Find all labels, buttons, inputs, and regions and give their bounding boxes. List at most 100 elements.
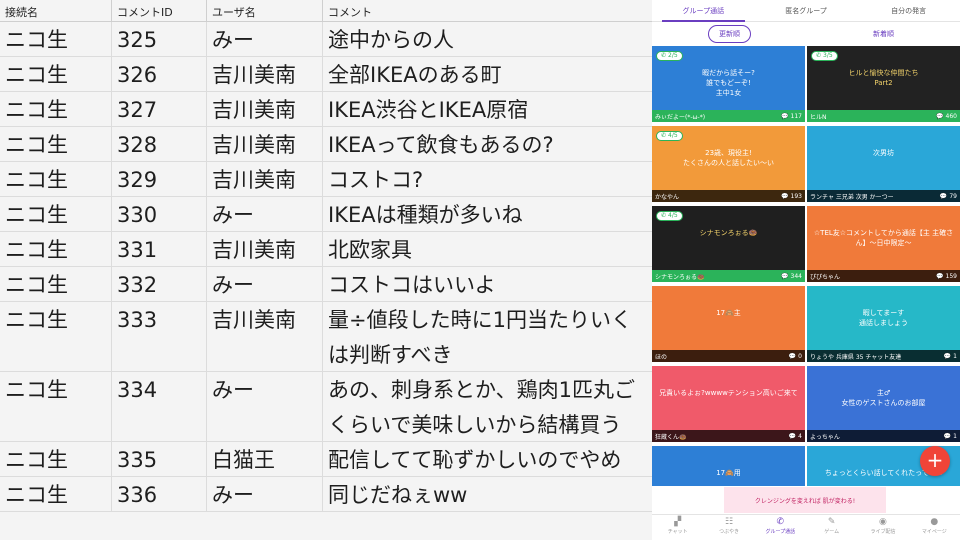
tab-anonymous-group[interactable]: 匿名グループ xyxy=(755,0,858,21)
nav-item-chat[interactable]: ▞ チャット xyxy=(652,515,703,540)
connection-cell: ニコ生 xyxy=(0,442,112,476)
table-row[interactable]: ニコ生 330 みー IKEAは種類が多いね xyxy=(0,197,652,232)
ad-banner[interactable]: クレンジングを変えれば 肌が変わる! xyxy=(724,487,886,513)
comment-icon: 💬 xyxy=(943,432,952,440)
table-row[interactable]: ニコ生 326 吉川美南 全部IKEAのある町 xyxy=(0,57,652,92)
header-comment[interactable]: コメント xyxy=(323,0,652,21)
nav-item-phone[interactable]: ✆ グループ通話 xyxy=(755,515,806,540)
tab-bar: グループ通話 匿名グループ 自分の発言 xyxy=(652,0,960,22)
connection-cell: ニコ生 xyxy=(0,162,112,196)
person-icon: ● xyxy=(930,517,939,527)
table-row[interactable]: ニコ生 327 吉川美南 IKEA渋谷とIKEA原宿 xyxy=(0,92,652,127)
pencil-icon: ✎ xyxy=(827,517,836,527)
chat-icon: ▞ xyxy=(674,517,682,527)
room-title: 暇だから話そー? 誰でもどーぞ! 主中1女 xyxy=(702,69,755,97)
user-name-cell: 吉川美南 xyxy=(207,232,323,266)
comment-cell: コストコはいいよ xyxy=(328,273,496,297)
participant-badge: ✆ 3/5 xyxy=(811,51,838,61)
comment-cell: 量÷値段した時に1円当たりいく は判断すべき xyxy=(323,302,652,371)
comment-count: 4 xyxy=(798,432,802,440)
comment-cell: あの、刺身系とか、鶏肉1匹丸ご くらいで美味しいから結構買う xyxy=(323,372,652,441)
phone-icon: ✆ xyxy=(661,52,667,59)
comment-count: 193 xyxy=(790,192,802,200)
table-row[interactable]: ニコ生 334 みー あの、刺身系とか、鶏肉1匹丸ご くらいで美味しいから結構買う xyxy=(0,372,652,442)
room-title: 次男坊 xyxy=(873,149,894,157)
header-connection[interactable]: 接続名 xyxy=(0,0,112,21)
table-row[interactable]: ニコ生 332 みー コストコはいいよ xyxy=(0,267,652,302)
user-name-cell: 吉川美南 xyxy=(207,92,323,126)
comment-table: 接続名 コメントID ユーザ名 コメント ニコ生 325 みー 途中からの人 ニコ生 32… xyxy=(0,0,652,540)
comment-icon: 💬 xyxy=(788,352,797,360)
room-card[interactable]: ✆ 4/5 23歳、現役主! たくさんの人と話したい〜い かなやん 💬 193 xyxy=(652,126,805,202)
tab-group-call[interactable]: グループ通話 xyxy=(652,0,755,22)
comment-id-cell: 328 xyxy=(112,127,207,161)
table-row[interactable]: ニコ生 331 吉川美南 北欧家具 xyxy=(0,232,652,267)
connection-cell: ニコ生 xyxy=(0,302,112,371)
nav-item-pencil[interactable]: ✎ ゲーム xyxy=(806,515,857,540)
comment-cell: 同じだねぇww xyxy=(328,483,468,507)
table-row[interactable]: ニコ生 333 吉川美南 量÷値段した時に1円当たりいく は判断すべき xyxy=(0,302,652,372)
table-row[interactable]: ニコ生 325 みー 途中からの人 xyxy=(0,22,652,57)
connection-cell: ニコ生 xyxy=(0,92,112,126)
room-title: ☆TEL友☆コメントしてから通話【主 主確さ ん】〜日中限定〜 xyxy=(813,229,954,247)
comment-id-cell: 329 xyxy=(112,162,207,196)
host-name: よっちゃん xyxy=(810,433,840,441)
nav-item-broadcast[interactable]: ◉ ライブ配信 xyxy=(857,515,908,540)
host-name: かなやん xyxy=(655,193,680,201)
comment-cell: IKEAって飲食もあるの? xyxy=(328,133,554,157)
comment-icon: 💬 xyxy=(781,112,789,120)
room-card[interactable]: 17🙈用 xyxy=(652,446,805,486)
user-name-cell: 吉川美南 xyxy=(207,302,323,371)
tab-my-posts[interactable]: 自分の発言 xyxy=(857,0,960,21)
comment-cell: コストコ? xyxy=(328,168,424,192)
sort-updated-button[interactable]: 更新順 xyxy=(708,25,751,43)
room-title: 17🙈主 xyxy=(716,309,741,317)
table-row[interactable]: ニコ生 329 吉川美南 コストコ? xyxy=(0,162,652,197)
room-card[interactable]: ✆ 2/5 暇だから話そー? 誰でもどーぞ! 主中1女 みぃだよー(*-ω-*) 💬 11… xyxy=(652,46,805,122)
room-card[interactable]: ✆ 4/5 シナモンろぉる🍩 シナモンろぉる🍩 💬 344 xyxy=(652,206,805,282)
nav-label: ゲーム xyxy=(824,529,840,535)
table-header: 接続名 コメントID ユーザ名 コメント xyxy=(0,0,652,22)
nav-label: マイページ xyxy=(921,529,947,535)
room-title: シナモンろぉる🍩 xyxy=(699,229,758,237)
comment-count: 460 xyxy=(945,112,957,120)
phone-icon: ✆ xyxy=(816,52,822,59)
room-card[interactable]: 17🙈主ほの 💬 0 xyxy=(652,286,805,362)
header-user-name[interactable]: ユーザ名 xyxy=(207,0,323,21)
comment-count: 1 xyxy=(953,432,957,440)
room-card[interactable]: 主♂ 女性のゲストさんのお部屋 よっちゃん 💬 1 xyxy=(807,366,960,442)
add-room-button[interactable]: + xyxy=(920,446,950,476)
room-card[interactable]: ✆ 3/5 ヒルと愉快な仲間たち Part2 ヒルN 💬 460 xyxy=(807,46,960,122)
room-grid: ✆ 2/5 暇だから話そー? 誰でもどーぞ! 主中1女 みぃだよー(*-ω-*) 💬 11… xyxy=(652,46,960,486)
header-comment-id[interactable]: コメントID xyxy=(112,0,207,21)
room-card[interactable]: 兄貴いるよぉ?wwwwテンション高いご来て 狂蔵くん🍩 💬 4 xyxy=(652,366,805,442)
connection-cell: ニコ生 xyxy=(0,232,112,266)
room-footer: ぴぴちゃん 💬 159 xyxy=(807,270,960,282)
host-name: みぃだよー(*-ω-*) xyxy=(655,113,706,121)
room-title: ヒルと愉快な仲間たち Part2 xyxy=(848,69,919,87)
bottom-nav: ▞ チャット ☷ つぶやき ✆ グループ通話 ✎ ゲーム ◉ ライブ配信 ● マイページ xyxy=(652,514,960,540)
comment-cell: 北欧家具 xyxy=(328,238,412,262)
user-name-cell: 吉川美南 xyxy=(207,127,323,161)
comment-icon: 💬 xyxy=(781,272,789,280)
room-footer: りょうや 兵庫県 35 チャット友達 💬 1 xyxy=(807,350,960,362)
nav-label: チャット xyxy=(667,529,688,535)
sort-bar: 更新順 新着順 xyxy=(652,22,960,46)
timeline-icon: ☷ xyxy=(724,517,734,527)
room-card[interactable]: 暇してまーす 通話しましょう りょうや 兵庫県 35 チャット友達 💬 1 xyxy=(807,286,960,362)
nav-item-timeline[interactable]: ☷ つぶやき xyxy=(703,515,754,540)
room-footer: ほの 💬 0 xyxy=(652,350,805,362)
sort-newest-button[interactable]: 新着順 xyxy=(863,26,904,42)
table-row[interactable]: ニコ生 328 吉川美南 IKEAって飲食もあるの? xyxy=(0,127,652,162)
room-card[interactable]: 次男坊 ランチャ 三兄弟 次男 かーつー 💬 79 xyxy=(807,126,960,202)
table-row[interactable]: ニコ生 335 白猫王 配信してて恥ずかしいのでやめ xyxy=(0,442,652,477)
user-name-cell: 吉川美南 xyxy=(207,162,323,196)
room-card[interactable]: ☆TEL友☆コメントしてから通話【主 主確さ ん】〜日中限定〜ぴぴちゃん 💬 159 xyxy=(807,206,960,282)
nav-label: ライブ配信 xyxy=(870,529,896,535)
table-row[interactable]: ニコ生 336 みー 同じだねぇww xyxy=(0,477,652,512)
comment-icon: 💬 xyxy=(788,432,797,440)
phone-icon: ✆ xyxy=(661,132,667,139)
nav-item-person[interactable]: ● マイページ xyxy=(909,515,960,540)
room-footer: ヒルN 💬 460 xyxy=(807,110,960,122)
connection-cell: ニコ生 xyxy=(0,197,112,231)
